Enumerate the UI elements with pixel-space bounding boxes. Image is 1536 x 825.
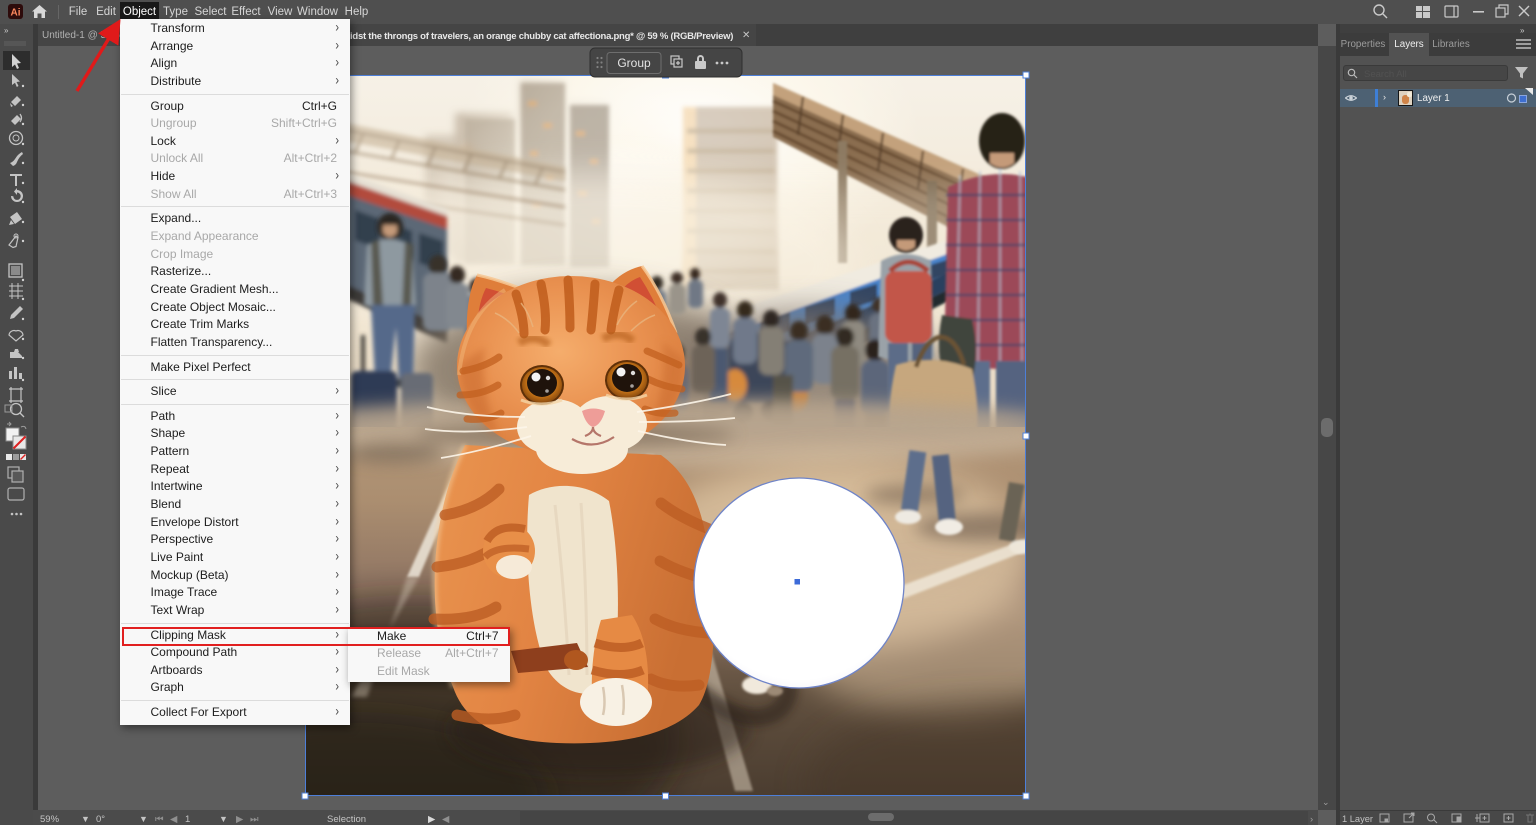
svg-text:Group: Group bbox=[617, 56, 651, 70]
svg-text:»: » bbox=[4, 26, 9, 35]
svg-text:Ai: Ai bbox=[11, 8, 21, 19]
